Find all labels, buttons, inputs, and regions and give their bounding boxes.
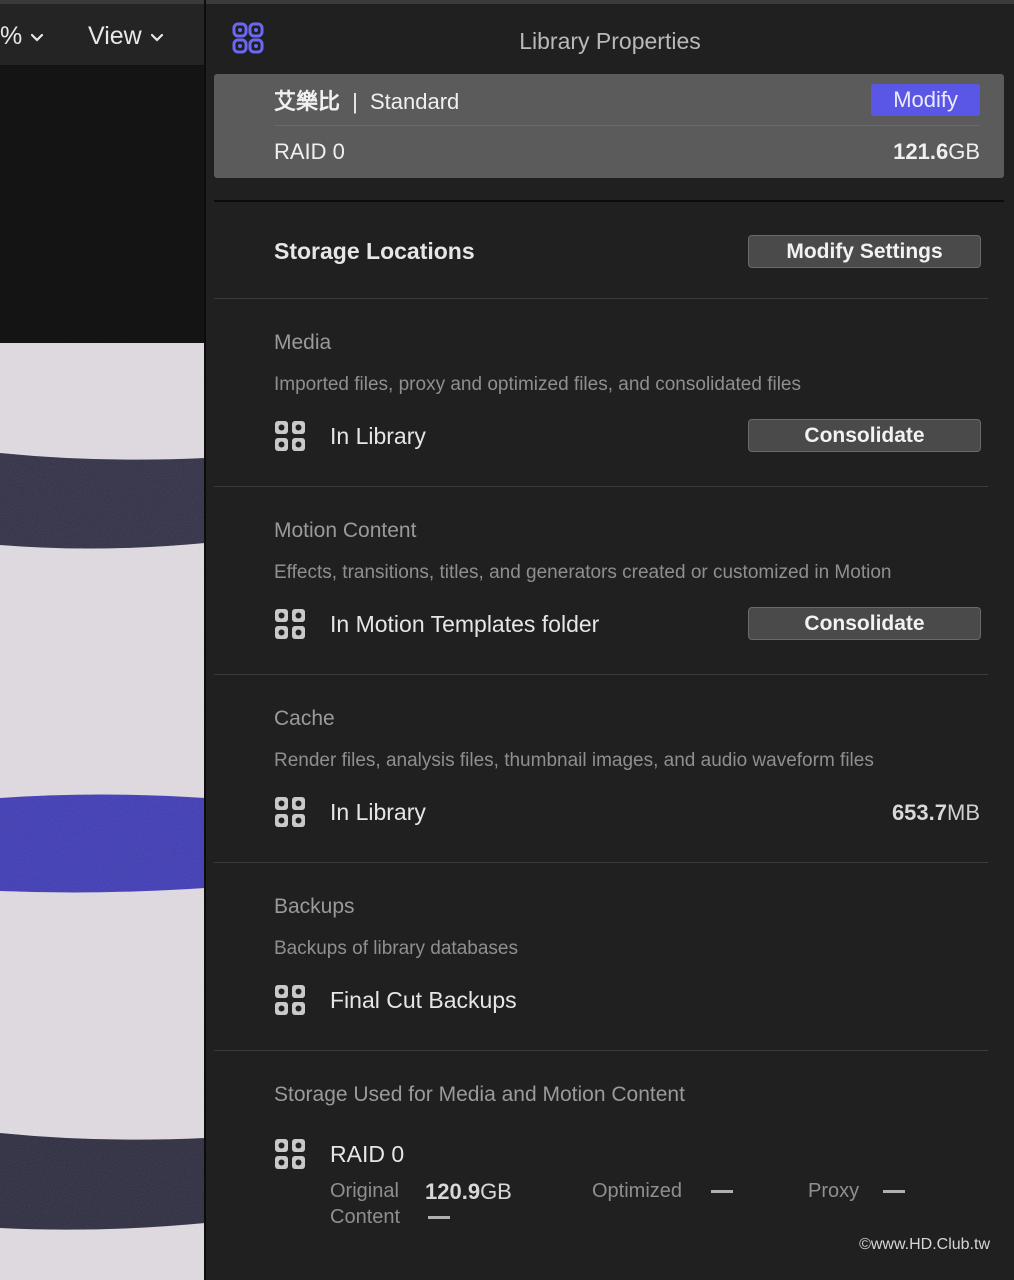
view-menu[interactable]: View (88, 22, 164, 51)
viewer-image (0, 343, 205, 1280)
viewer-background (0, 66, 205, 343)
media-description: Imported files, proxy and optimized file… (274, 374, 801, 395)
zoom-label: % (0, 22, 23, 50)
app-window: % View Library Properties 艾樂比 | Standard… (0, 0, 1014, 1280)
watermark: ©www.HD.Club.tw (859, 1236, 990, 1253)
cache-location: In Library (274, 796, 426, 828)
divider (214, 298, 988, 299)
library-separator: | (352, 88, 358, 114)
media-location-label: In Library (330, 422, 426, 449)
original-content-unit: GB (480, 1179, 512, 1204)
cache-title: Cache (274, 707, 335, 730)
zoom-menu[interactable]: % (0, 22, 44, 51)
optimized-dash (711, 1190, 733, 1193)
divider (214, 674, 988, 675)
library-size-unit: GB (948, 139, 980, 164)
motion-location-label: In Motion Templates folder (330, 610, 600, 637)
media-location: In Library (274, 420, 426, 452)
chevron-down-icon (31, 33, 44, 42)
view-label: View (88, 22, 142, 50)
backups-location-label: Final Cut Backups (330, 986, 517, 1013)
library-inspector: Library Properties 艾樂比 | Standard Modify… (206, 0, 1014, 1280)
library-icon (275, 797, 305, 827)
library-icon (275, 609, 305, 639)
original-content-size: 120.9GB (425, 1179, 512, 1205)
backups-description: Backups of library databases (274, 938, 518, 959)
original-content-label-2: Content (330, 1206, 401, 1228)
cache-description: Render files, analysis files, thumbnail … (274, 750, 874, 771)
original-content-dash (428, 1216, 450, 1219)
modify-button[interactable]: Modify (871, 83, 980, 116)
library-volume-row: RAID 0 121.6GB (274, 126, 980, 178)
motion-consolidate-button[interactable]: Consolidate (748, 607, 981, 640)
library-summary: 艾樂比 | Standard Modify RAID 0 121.6GB (214, 74, 1004, 178)
library-icon (275, 985, 305, 1015)
optimized-label: Optimized (592, 1180, 683, 1202)
library-size-value: 121.6 (893, 139, 949, 164)
divider (214, 1050, 988, 1051)
usage-volume: RAID 0 (274, 1138, 404, 1170)
proxy-label: Proxy (808, 1180, 860, 1202)
library-icon (275, 1139, 305, 1169)
usage-title: Storage Used for Media and Motion Conten… (274, 1083, 685, 1106)
media-title: Media (274, 331, 332, 354)
motion-location: In Motion Templates folder (274, 608, 599, 640)
library-name-row: 艾樂比 | Standard Modify (274, 74, 980, 126)
chevron-down-icon (150, 33, 163, 42)
motion-description: Effects, transitions, titles, and genera… (274, 562, 892, 583)
motion-title: Motion Content (274, 519, 417, 542)
divider (214, 862, 988, 863)
usage-volume-label: RAID 0 (330, 1140, 405, 1167)
original-content-label-1: Original (330, 1180, 399, 1202)
viewer-toolbar: % View (0, 0, 205, 66)
library-name: 艾樂比 (274, 88, 341, 114)
backups-location: Final Cut Backups (274, 984, 517, 1016)
storage-locations-header: Storage Locations (274, 238, 475, 264)
divider (214, 200, 1004, 202)
backups-title: Backups (274, 895, 355, 918)
inspector-title: Library Properties (519, 28, 701, 54)
divider (214, 486, 988, 487)
modify-settings-button[interactable]: Modify Settings (748, 235, 981, 268)
cache-size-unit: MB (947, 800, 980, 825)
library-volume: RAID 0 (274, 139, 345, 164)
media-consolidate-button[interactable]: Consolidate (748, 419, 981, 452)
proxy-dash (883, 1190, 905, 1193)
cache-location-label: In Library (330, 798, 426, 825)
library-icon (275, 421, 305, 451)
cache-size: 653.7MB (892, 800, 980, 826)
library-type: Standard (369, 88, 460, 114)
original-content-value: 120.9 (425, 1179, 481, 1204)
cache-size-value: 653.7 (891, 800, 947, 825)
